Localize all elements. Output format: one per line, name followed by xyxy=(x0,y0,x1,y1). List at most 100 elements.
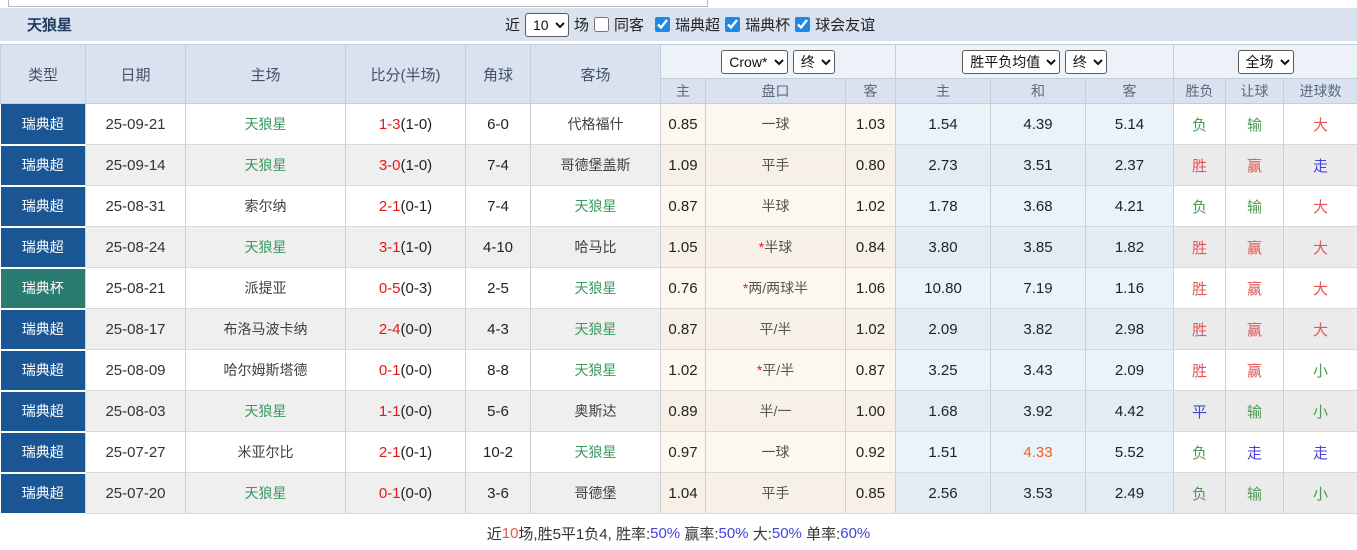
result-goals-cell: 大 xyxy=(1283,103,1357,145)
league-type-badge[interactable]: 瑞典超 xyxy=(0,103,86,146)
away-team[interactable]: 天狼星 xyxy=(530,349,661,391)
subcol-avg-draw: 和 xyxy=(990,78,1087,104)
avg-home-cell: 1.51 xyxy=(895,431,992,473)
full-score: 2-1 xyxy=(378,197,401,215)
avg-away-cell: 4.42 xyxy=(1085,390,1175,432)
odds-group-header: Crow* 终 xyxy=(659,44,897,79)
handicap-star: * xyxy=(756,362,763,378)
match-date: 25-09-21 xyxy=(85,103,186,145)
score-cell: 1-3(1-0) xyxy=(345,103,466,145)
odds-company-select[interactable]: Crow* xyxy=(721,49,789,74)
odds-time-select[interactable]: 终 xyxy=(792,49,835,74)
home-team[interactable]: 布洛马波卡纳 xyxy=(185,308,346,350)
match-date: 25-08-03 xyxy=(85,390,186,432)
subcol-handicap-result: 让球 xyxy=(1225,78,1285,104)
avg-time-select[interactable]: 终 xyxy=(1064,49,1107,74)
top-strip xyxy=(0,0,1357,8)
col-header-date: 日期 xyxy=(85,44,186,104)
avg-draw-cell: 3.43 xyxy=(990,349,1087,391)
odds-away-cell: 1.02 xyxy=(845,308,897,350)
full-score: 0-5 xyxy=(378,279,401,297)
full-score: 3-0 xyxy=(378,156,401,174)
result-scope-select[interactable]: 全场 xyxy=(1237,49,1294,74)
avg-home-cell: 2.56 xyxy=(895,472,992,514)
avg-away-cell: 1.16 xyxy=(1085,267,1175,309)
odds-home-cell: 1.02 xyxy=(660,349,706,391)
home-team[interactable]: 米亚尔比 xyxy=(185,431,346,473)
league-type-badge[interactable]: 瑞典超 xyxy=(0,308,86,351)
home-team[interactable]: 天狼星 xyxy=(185,390,346,432)
corners-cell: 7-4 xyxy=(465,144,531,186)
away-team[interactable]: 天狼星 xyxy=(530,185,661,227)
corners-cell: 2-5 xyxy=(465,267,531,309)
league-type-badge[interactable]: 瑞典超 xyxy=(0,431,86,474)
filter-cup-checkbox[interactable] xyxy=(725,17,741,32)
score-cell: 2-1(0-1) xyxy=(345,431,466,473)
result-win-lose-cell: 胜 xyxy=(1173,144,1227,186)
away-team[interactable]: 哈马比 xyxy=(530,226,661,268)
league-type-badge[interactable]: 瑞典超 xyxy=(0,144,86,187)
away-team[interactable]: 奥斯达 xyxy=(530,390,661,432)
home-team[interactable]: 派提亚 xyxy=(185,267,346,309)
odds-away-cell: 1.02 xyxy=(845,185,897,227)
avg-away-cell: 2.09 xyxy=(1085,349,1175,391)
avg-home-cell: 1.54 xyxy=(895,103,992,145)
result-goals-cell: 走 xyxy=(1283,431,1357,473)
away-team[interactable]: 天狼星 xyxy=(530,431,661,473)
away-team[interactable]: 哥德堡 xyxy=(530,472,661,514)
odds-away-cell: 1.06 xyxy=(845,267,897,309)
footer-segment: 大: xyxy=(748,525,772,543)
home-team[interactable]: 索尔纳 xyxy=(185,185,346,227)
home-team[interactable]: 天狼星 xyxy=(185,103,346,145)
home-team[interactable]: 哈尔姆斯塔德 xyxy=(185,349,346,391)
odds-away-cell: 1.03 xyxy=(845,103,897,145)
footer-segment: 单率: xyxy=(801,525,841,543)
footer-segment: 赢率: xyxy=(680,525,719,543)
odds-home-cell: 0.87 xyxy=(660,308,706,350)
result-win-lose-cell: 胜 xyxy=(1173,226,1227,268)
recent-count-select[interactable]: 10 xyxy=(525,12,570,37)
odds-away-cell: 0.85 xyxy=(845,472,897,514)
avg-type-select[interactable]: 胜平负均值 xyxy=(962,49,1061,74)
home-team[interactable]: 天狼星 xyxy=(185,144,346,186)
home-team[interactable]: 天狼星 xyxy=(185,472,346,514)
away-team[interactable]: 哥德堡盖斯 xyxy=(530,144,661,186)
league-type-badge[interactable]: 瑞典超 xyxy=(0,185,86,228)
league-type-badge[interactable]: 瑞典超 xyxy=(0,472,86,515)
subcol-odds-home: 主 xyxy=(660,78,706,104)
league-type-badge[interactable]: 瑞典超 xyxy=(0,390,86,433)
avg-draw-cell: 3.85 xyxy=(990,226,1087,268)
league-type-badge[interactable]: 瑞典超 xyxy=(0,226,86,269)
half-score: (1-0) xyxy=(400,238,433,256)
score-cell: 1-1(0-0) xyxy=(345,390,466,432)
col-header-away: 客场 xyxy=(530,44,661,104)
avg-away-cell: 2.49 xyxy=(1085,472,1175,514)
half-score: (0-0) xyxy=(400,402,433,420)
filter-friendly-checkbox[interactable] xyxy=(795,17,811,32)
result-group-header: 全场 xyxy=(1173,44,1357,79)
corners-cell: 4-10 xyxy=(465,226,531,268)
home-team[interactable]: 天狼星 xyxy=(185,226,346,268)
avg-away-cell: 5.52 xyxy=(1085,431,1175,473)
col-header-score: 比分(半场) xyxy=(345,44,466,104)
half-score: (0-1) xyxy=(400,443,433,461)
same-opponent-label: 同客 xyxy=(614,17,645,34)
result-win-lose-cell: 负 xyxy=(1173,431,1227,473)
filter-friendly-label: 球会友谊 xyxy=(815,17,876,34)
result-handicap-cell: 输 xyxy=(1225,390,1285,432)
league-type-badge[interactable]: 瑞典杯 xyxy=(0,267,86,310)
same-opponent-checkbox[interactable] xyxy=(594,17,610,32)
away-team[interactable]: 代格福什 xyxy=(530,103,661,145)
handicap-cell: *平/半 xyxy=(705,349,846,391)
footer-segment: 50% xyxy=(718,524,749,542)
filter-league-checkbox[interactable] xyxy=(655,17,671,32)
match-date: 25-07-20 xyxy=(85,472,186,514)
result-handicap-cell: 赢 xyxy=(1225,144,1285,186)
league-type-badge[interactable]: 瑞典超 xyxy=(0,349,86,392)
half-score: (0-1) xyxy=(400,197,433,215)
away-team[interactable]: 天狼星 xyxy=(530,267,661,309)
match-rows: 瑞典超 25-09-21 天狼星 1-3(1-0) 6-0 代格福什 0.85 一球 1.03 1… xyxy=(0,103,1357,515)
footer-segment: 60% xyxy=(840,524,871,542)
handicap-cell: 平/半 xyxy=(705,308,846,350)
away-team[interactable]: 天狼星 xyxy=(530,308,661,350)
